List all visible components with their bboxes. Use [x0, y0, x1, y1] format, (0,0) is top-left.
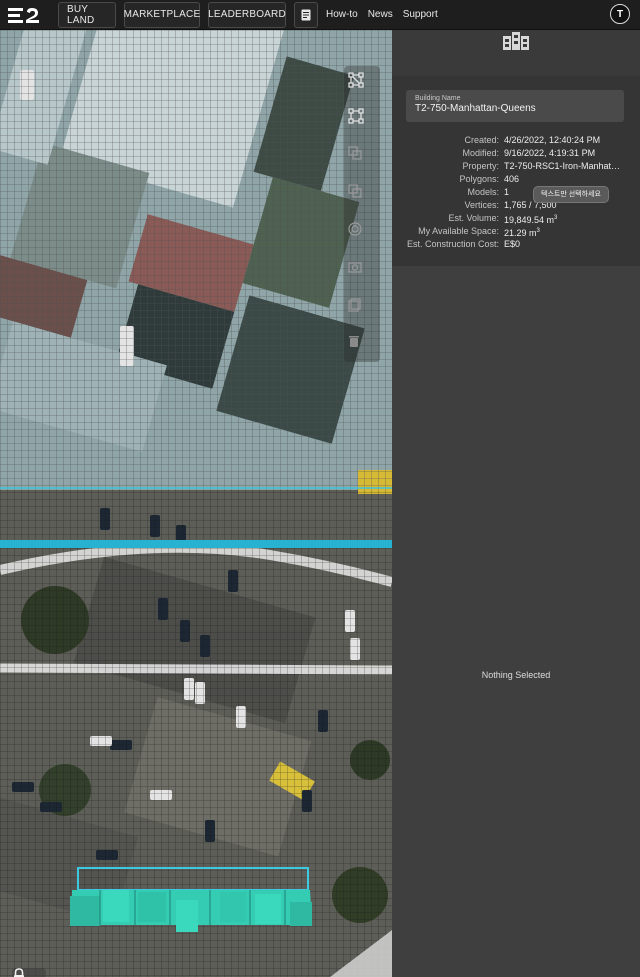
stat-label: Modified:: [462, 148, 499, 158]
satellite-map-viewport[interactable]: [0, 30, 392, 977]
news-link[interactable]: News: [368, 9, 393, 20]
stat-label: Property:: [462, 161, 499, 171]
stat-label: Est. Construction Cost:: [406, 239, 499, 249]
panel-header: [392, 30, 640, 76]
satellite-imagery: [0, 30, 392, 977]
stat-unit-sup: 3: [536, 228, 540, 234]
stat-label: Created:: [464, 135, 499, 145]
transform-tool-icon[interactable]: [348, 108, 376, 136]
stat-value: 19,849.54 m3: [504, 212, 557, 225]
stat-volume: Est. Volume: 19,849.54 m3: [392, 212, 640, 225]
stat-label: Models:: [467, 187, 499, 197]
building-icon: [503, 32, 529, 55]
stat-label: Vertices:: [464, 200, 499, 210]
stat-label: Polygons:: [459, 174, 499, 184]
stat-value: T2-750-RSC1-Iron-Manhat…: [504, 161, 621, 171]
copy-icon: [348, 146, 376, 174]
stat-value: 4/26/2022, 12:40:24 PM: [504, 135, 601, 145]
buy-land-button[interactable]: BUY LAND: [58, 1, 116, 28]
stat-available-space: My Available Space: 21.29 m3: [392, 225, 640, 238]
stat-label: Est. Volume:: [448, 213, 499, 223]
e2-logo[interactable]: [8, 4, 48, 26]
stat-value: 9/16/2022, 4:19:31 PM: [504, 148, 596, 158]
stat-created: Created: 4/26/2022, 12:40:24 PM: [392, 134, 640, 147]
settings-icon: [348, 222, 376, 250]
duplicate-icon: [348, 184, 376, 212]
stat-modified: Modified: 9/16/2022, 4:19:31 PM: [392, 147, 640, 160]
stat-property: Property: T2-750-RSC1-Iron-Manhat…: [392, 160, 640, 173]
stat-polygons: Polygons: 406: [392, 173, 640, 186]
stat-value: E$0: [504, 239, 521, 249]
camera-icon: [348, 260, 376, 288]
stat-value: 406: [504, 174, 520, 184]
marketplace-button[interactable]: MARKETPLACE: [124, 1, 200, 28]
building-name-field[interactable]: Building Name T2-750-Manhattan-Queens: [406, 90, 624, 122]
stat-value-number: 21.29 m: [504, 228, 537, 238]
trash-icon: [348, 334, 376, 362]
stat-label: My Available Space:: [418, 226, 499, 236]
user-avatar[interactable]: T: [610, 4, 630, 24]
stat-value: 21.29 m3: [504, 225, 540, 238]
document-icon[interactable]: [294, 1, 318, 28]
nothing-selected-text: Nothing Selected: [481, 670, 551, 680]
building-info-panel: Building Name T2-750-Manhattan-Queens Cr…: [392, 30, 640, 977]
tooltip: 텍스트만 선택하세요: [533, 186, 609, 203]
layers-icon: [348, 298, 376, 326]
lock-icon[interactable]: [12, 968, 46, 977]
leaderboard-button[interactable]: LEADERBOARD: [208, 1, 286, 28]
stat-value: 1: [504, 187, 510, 197]
top-navigation-bar: BUY LAND MARKETPLACE LEADERBOARD How-to …: [0, 0, 640, 30]
how-to-link[interactable]: How-to: [326, 9, 358, 20]
stat-construction-cost: Est. Construction Cost: E$0: [392, 238, 640, 251]
stat-value-number: 19,849.54 m: [504, 215, 555, 225]
node-tool-icon[interactable]: [348, 72, 376, 100]
map-toolbar: [344, 66, 380, 362]
building-name-label: Building Name: [415, 95, 461, 102]
building-name-value[interactable]: T2-750-Manhattan-Queens: [415, 103, 615, 114]
stat-unit-sup: 3: [554, 215, 558, 221]
support-link[interactable]: Support: [403, 9, 438, 20]
building-details: Building Name T2-750-Manhattan-Queens Cr…: [392, 76, 640, 266]
